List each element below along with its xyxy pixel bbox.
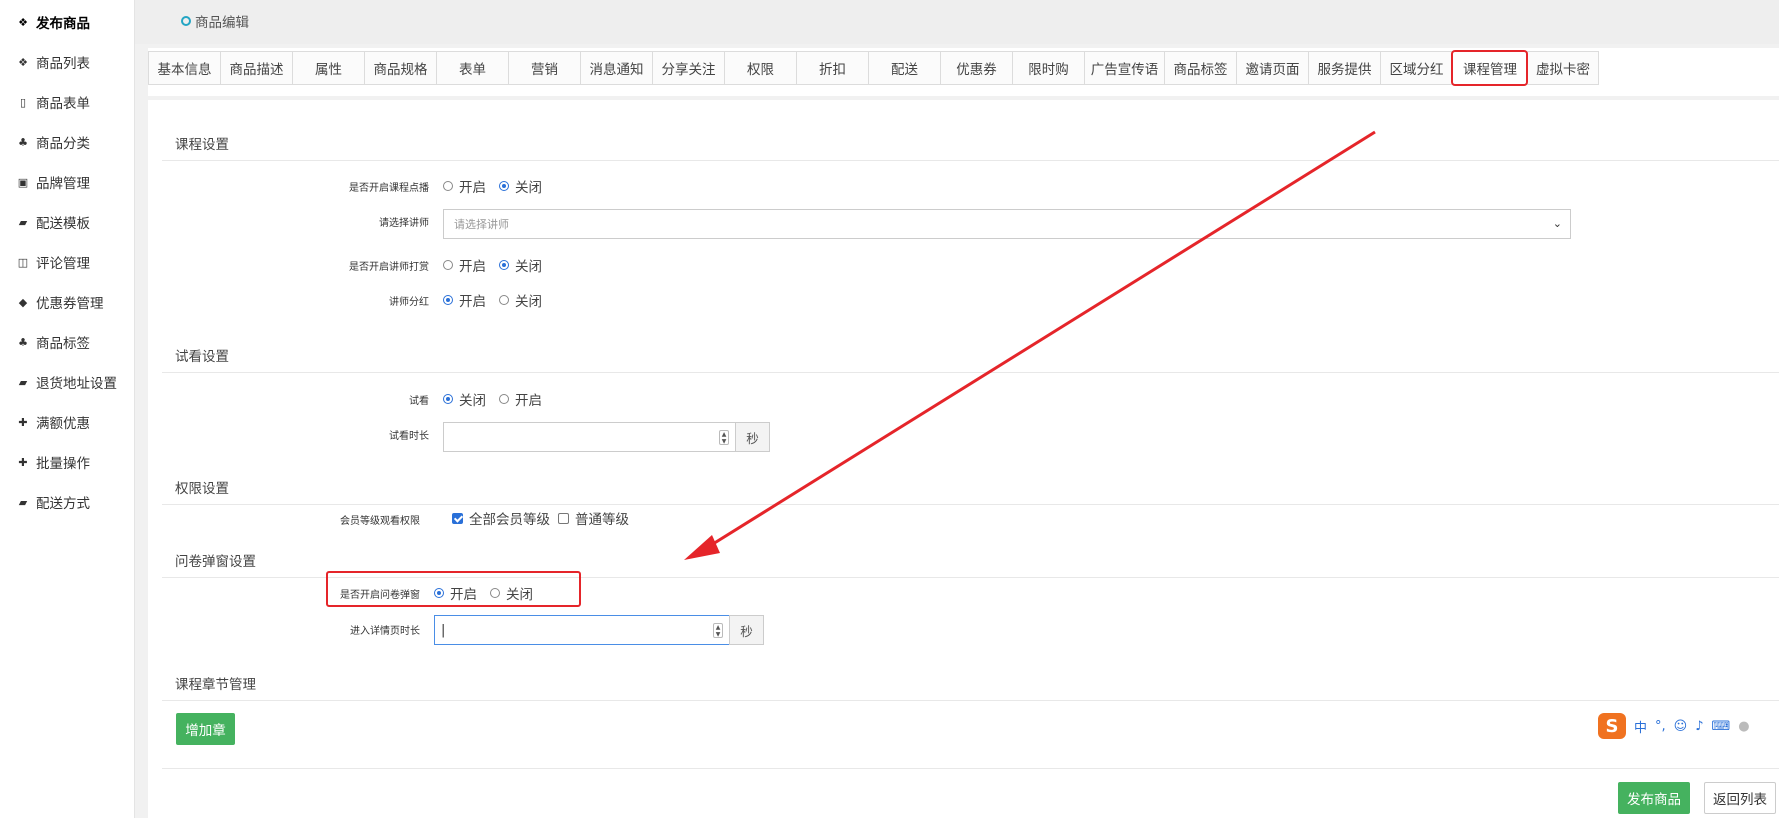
user-icon[interactable]: ●: [1738, 719, 1749, 734]
sogou-icon: S: [1598, 713, 1626, 739]
back-to-list-button[interactable]: 返回列表: [1704, 782, 1776, 814]
keyboard-icon[interactable]: ⌨: [1712, 719, 1731, 734]
ime-punct[interactable]: °,: [1655, 719, 1666, 734]
tab-18[interactable]: 课程管理: [1451, 50, 1528, 86]
annotation-arrow: [684, 130, 1376, 560]
ime-lang[interactable]: 中: [1634, 717, 1647, 736]
arrow-line: [699, 130, 1376, 554]
ime-toolbar: S 中 °, ☺ ♪ ⌨ ●: [1598, 713, 1750, 739]
mic-icon[interactable]: ♪: [1695, 719, 1703, 734]
arrow-head: [684, 535, 720, 560]
publish-button[interactable]: 发布商品: [1618, 782, 1690, 814]
emoji-icon[interactable]: ☺: [1674, 719, 1688, 734]
